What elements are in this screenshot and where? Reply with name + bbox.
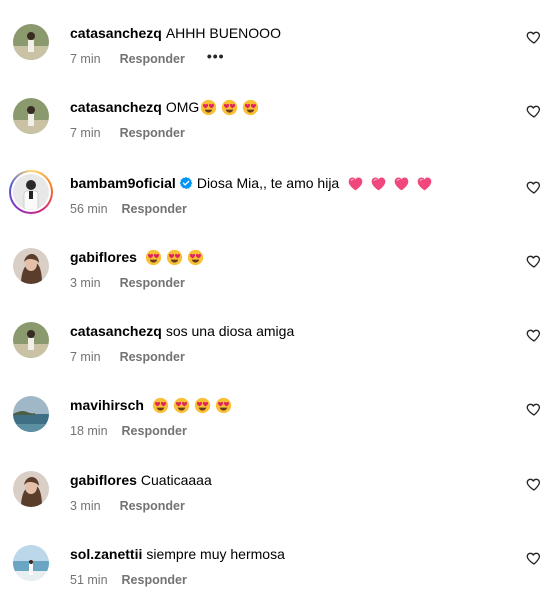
comment-time: 56 min (70, 202, 108, 216)
comment-item: gabiflores 3 min Responder (0, 248, 553, 322)
reply-button[interactable]: Responder (122, 572, 187, 588)
user-avatar[interactable] (13, 98, 49, 134)
like-heart-icon[interactable] (526, 550, 542, 566)
user-avatar[interactable] (13, 471, 49, 507)
comment-time: 7 min (70, 52, 101, 66)
comment-text-line: gabiflores Cuaticaaaa (70, 471, 212, 489)
comment-text: sos una diosa amiga (165, 323, 295, 339)
comment-item: catasanchezq sos una diosa amiga 7 min R… (0, 322, 553, 396)
heart-eyes-emoji (194, 397, 211, 414)
heart-eyes-emoji (215, 397, 232, 414)
heart-eyes-emoji (200, 99, 217, 116)
heart-eyes-emoji (145, 249, 162, 266)
reply-button[interactable]: Responder (120, 498, 185, 514)
verified-badge-icon (179, 176, 193, 190)
username[interactable]: gabiflores (70, 248, 137, 266)
reply-button[interactable]: Responder (122, 423, 187, 439)
comment-text-line: bambam9oficial Diosa Mia,, te amo hija (70, 174, 433, 192)
heart-eyes-emoji (242, 99, 259, 116)
comment-time: 51 min (70, 573, 108, 587)
comment-meta: 7 min Responder ••• (70, 48, 225, 67)
like-heart-icon[interactable] (526, 103, 542, 119)
username[interactable]: bambam9oficial (70, 174, 176, 192)
username[interactable]: mavihirsch (70, 396, 144, 414)
username[interactable]: sol.zanettii (70, 545, 142, 563)
comment-item: catasanchezq AHHH BUENOOO 7 min Responde… (0, 24, 553, 98)
pink-heart-emoji (370, 175, 387, 192)
reply-button[interactable]: Responder (122, 201, 187, 217)
comment-meta: 51 min Responder (70, 572, 187, 588)
comment-meta: 3 min Responder (70, 275, 185, 291)
comment-text-line: sol.zanettii siempre muy hermosa (70, 545, 285, 563)
comment-item: sol.zanettii siempre muy hermosa 51 min … (0, 545, 553, 602)
comment-text: AHHH BUENOOO (165, 25, 281, 41)
comment-meta: 56 min Responder (70, 201, 187, 217)
user-avatar[interactable] (13, 24, 49, 60)
comment-text-line: mavihirsch (70, 396, 232, 414)
reply-button[interactable]: Responder (120, 51, 185, 67)
comment-time: 18 min (70, 424, 108, 438)
heart-eyes-emoji (173, 397, 190, 414)
comment-time: 3 min (70, 276, 101, 290)
like-heart-icon[interactable] (526, 253, 542, 269)
comment-item: catasanchezq OMG 7 min Responder (0, 98, 553, 172)
comment-item: gabiflores Cuaticaaaa 3 min Responder (0, 471, 553, 545)
reply-button[interactable]: Responder (120, 125, 185, 141)
comment-text-line: catasanchezq AHHH BUENOOO (70, 24, 281, 42)
heart-eyes-emoji (152, 397, 169, 414)
pink-heart-emoji (393, 175, 410, 192)
comment-text-line: catasanchezq sos una diosa amiga (70, 322, 294, 340)
like-heart-icon[interactable] (526, 401, 542, 417)
comment-item: bambam9oficial Diosa Mia,, te amo hija 5… (0, 170, 553, 248)
username[interactable]: catasanchezq (70, 24, 162, 42)
comment-text-line: catasanchezq OMG (70, 98, 259, 116)
comment-meta: 7 min Responder (70, 125, 185, 141)
comment-text: siempre muy hermosa (146, 546, 285, 562)
user-avatar[interactable] (13, 248, 49, 284)
username[interactable]: catasanchezq (70, 322, 162, 340)
comment-text: Cuaticaaaa (140, 472, 212, 488)
comment-meta: 18 min Responder (70, 423, 187, 439)
like-heart-icon[interactable] (526, 327, 542, 343)
user-avatar[interactable] (13, 322, 49, 358)
comment-meta: 7 min Responder (70, 349, 185, 365)
comment-meta: 3 min Responder (70, 498, 185, 514)
reply-button[interactable]: Responder (120, 349, 185, 365)
comment-time: 7 min (70, 350, 101, 364)
comment-text-line: gabiflores (70, 248, 204, 266)
user-avatar-story-ring[interactable] (9, 170, 53, 214)
user-avatar[interactable] (13, 396, 49, 432)
pink-heart-emoji (347, 175, 364, 192)
comment-time: 7 min (70, 126, 101, 140)
comment-text: OMG (165, 99, 200, 115)
like-heart-icon[interactable] (526, 29, 542, 45)
comment-text: Diosa Mia,, te amo hija (196, 175, 340, 191)
heart-eyes-emoji (221, 99, 238, 116)
username[interactable]: gabiflores (70, 471, 137, 489)
pink-heart-emoji (416, 175, 433, 192)
heart-eyes-emoji (187, 249, 204, 266)
comment-time: 3 min (70, 499, 101, 513)
username[interactable]: catasanchezq (70, 98, 162, 116)
comment-item: mavihirsch 18 min Responder (0, 396, 553, 470)
heart-eyes-emoji (166, 249, 183, 266)
like-heart-icon[interactable] (526, 476, 542, 492)
more-options-icon[interactable]: ••• (207, 48, 225, 64)
like-heart-icon[interactable] (526, 179, 542, 195)
reply-button[interactable]: Responder (120, 275, 185, 291)
user-avatar[interactable] (13, 545, 49, 581)
